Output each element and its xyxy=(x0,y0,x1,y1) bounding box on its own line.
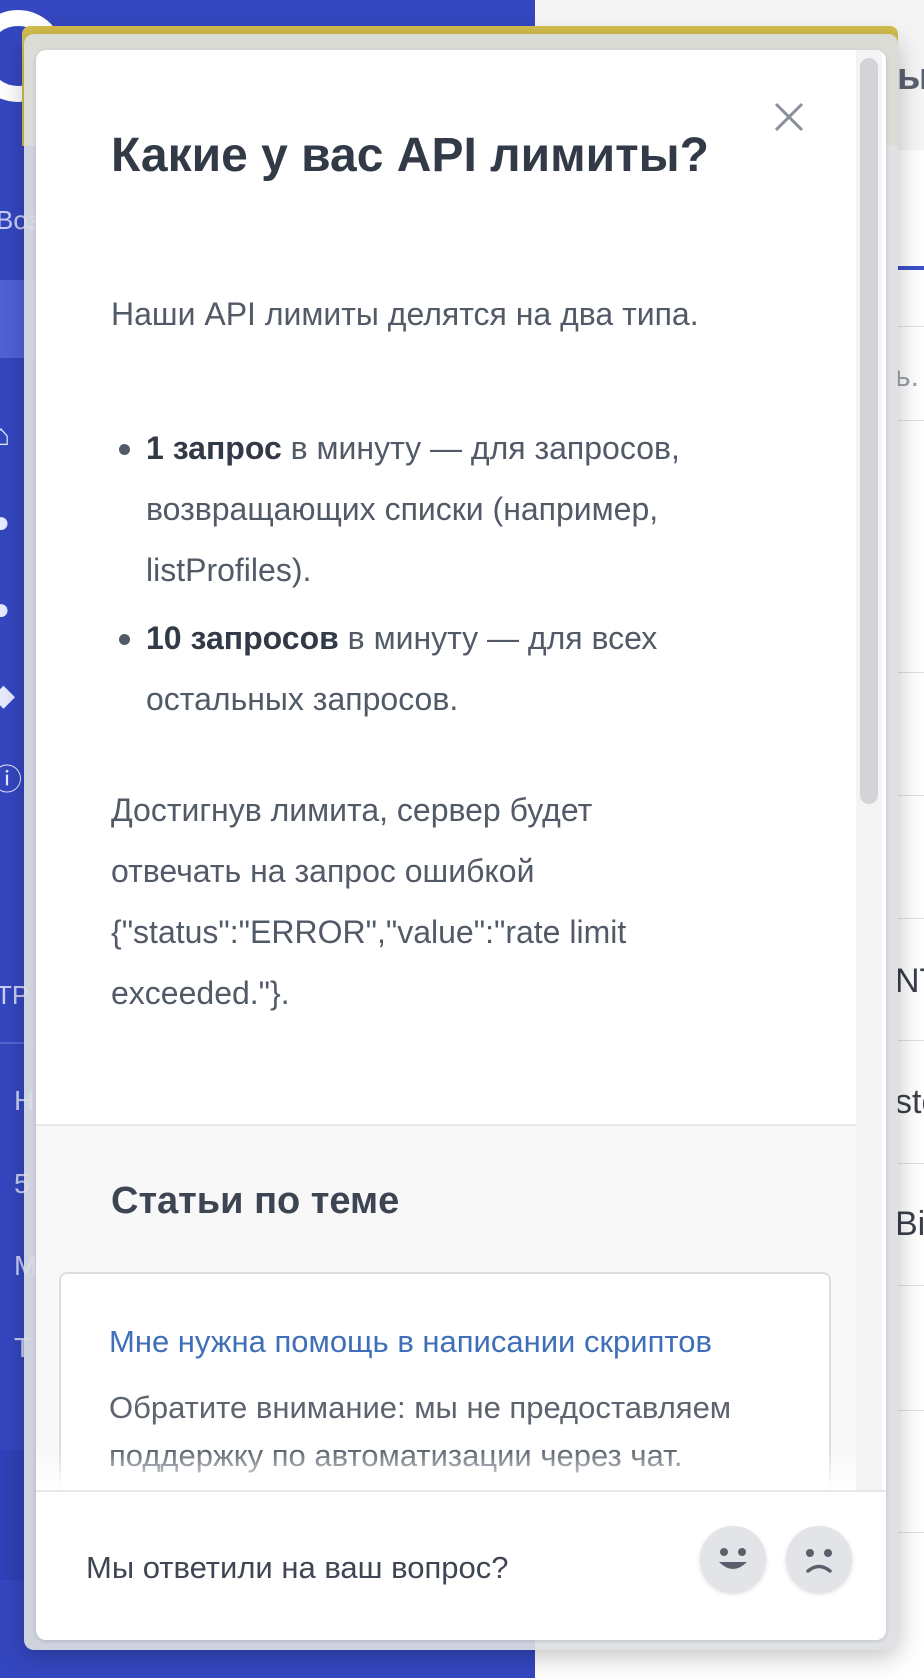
row-divider xyxy=(897,795,924,796)
related-article-link[interactable]: Мне нужна помощь в написании скриптов xyxy=(109,1324,712,1360)
smiley-happy-icon xyxy=(719,1548,747,1569)
related-articles: Статьи по теме Мне нужна помощь в написа… xyxy=(36,1124,856,1532)
article-intro: Наши API лимиты делятся на два типа. xyxy=(111,296,699,332)
help-article-modal: Какие у вас API лимиты? Наши API лимиты … xyxy=(36,50,886,1640)
scrollbar-thumb[interactable] xyxy=(860,58,878,804)
table-cell-partial: NT xyxy=(895,962,924,1000)
smiley-sad-icon xyxy=(806,1549,832,1573)
table-cell-partial: Bi xyxy=(895,1205,924,1243)
limits-list: 1 запрос в минуту — для запросов, возвра… xyxy=(111,418,791,737)
row-divider xyxy=(897,672,924,673)
row-divider xyxy=(897,326,924,327)
related-heading: Статьи по теме xyxy=(111,1180,400,1222)
search-placeholder-partial: ь. xyxy=(895,360,919,393)
row-divider xyxy=(897,1285,924,1286)
limit-amount: 1 запрос xyxy=(146,430,282,466)
article-outro: Достигнув лимита, сервер будет отвечать … xyxy=(111,792,627,1011)
row-divider xyxy=(897,1040,924,1041)
article-title: Какие у вас API лимиты? xyxy=(111,129,709,182)
page-title-partial: ы xyxy=(897,56,924,98)
close-icon xyxy=(774,102,804,132)
list-item: 1 запрос в минуту — для запросов, возвра… xyxy=(111,418,791,601)
close-button[interactable] xyxy=(766,94,812,140)
row-divider xyxy=(897,420,924,421)
row-divider xyxy=(897,1410,924,1411)
scroll-fade xyxy=(36,1450,856,1490)
feedback-question: Мы ответили на ваш вопрос? xyxy=(86,1550,509,1585)
row-divider xyxy=(897,1163,924,1164)
row-divider xyxy=(897,918,924,919)
active-tab-indicator xyxy=(897,266,924,270)
table-cell-partial: ste xyxy=(895,1083,924,1121)
row-divider xyxy=(897,1532,924,1533)
feedback-no-button[interactable] xyxy=(786,1526,852,1592)
feedback-bar: Мы ответили на ваш вопрос? xyxy=(36,1490,886,1640)
limit-amount: 10 запросов xyxy=(146,620,339,656)
feedback-yes-button[interactable] xyxy=(700,1526,766,1592)
list-item: 10 запросов в минуту — для всех остальны… xyxy=(111,608,791,730)
